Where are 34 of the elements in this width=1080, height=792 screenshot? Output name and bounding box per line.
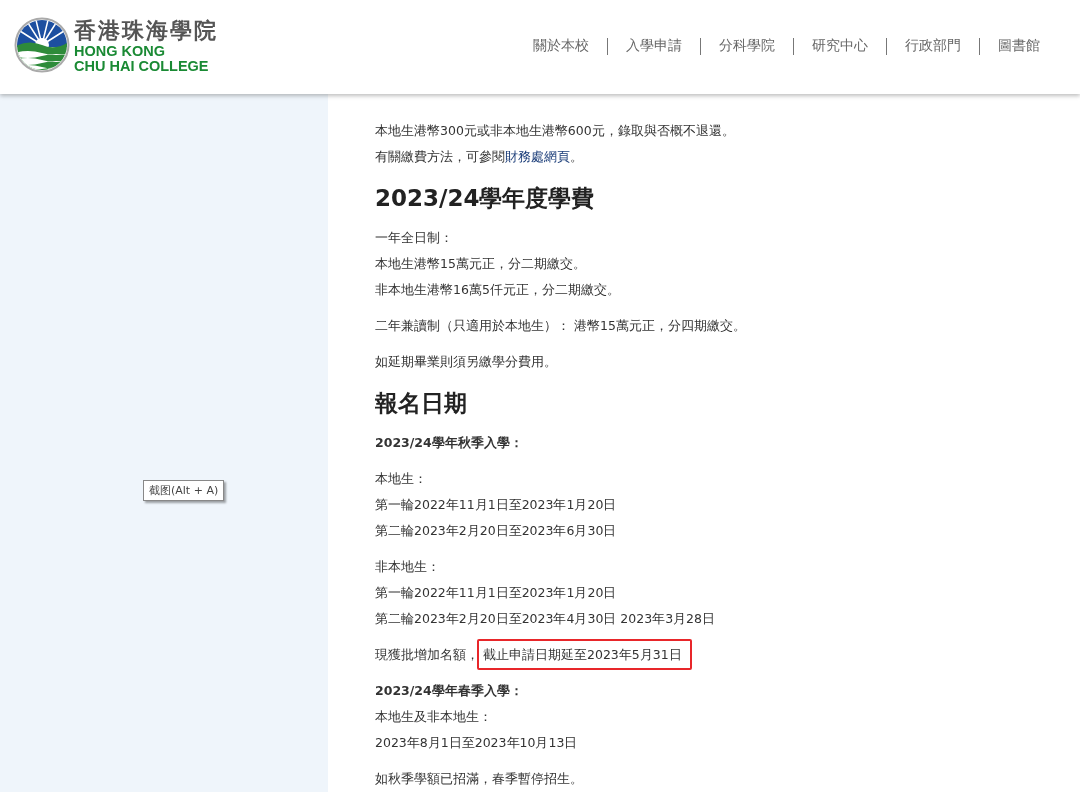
- nav-link[interactable]: 行政部門: [905, 37, 961, 55]
- body-text: 現獲批增加名額， 截止申請日期延至2023年5月31日: [375, 642, 692, 668]
- body-text: 如秋季學額已招滿，春季暫停招生。: [375, 770, 583, 788]
- nav-link[interactable]: 分科學院: [719, 37, 775, 55]
- subheading: 2023/24學年秋季入學：: [375, 434, 523, 452]
- finance-office-link[interactable]: 財務處網頁: [505, 149, 570, 164]
- nav-link[interactable]: 關於本校: [533, 37, 589, 55]
- body-text: 第一輪2022年11月1日至2023年1月20日: [375, 584, 617, 602]
- body-text: 第二輪2023年2月20日至2023年4月30日 2023年3月28日: [375, 610, 715, 628]
- college-english-name: CHU HAI COLLEGE: [74, 59, 210, 74]
- college-logo-icon: [14, 17, 70, 73]
- college-chinese-name: 香港珠海學院: [74, 16, 218, 44]
- nav-link[interactable]: 圖書館: [998, 37, 1040, 55]
- body-text: 第二輪2023年2月20日至2023年6月30日: [375, 522, 617, 540]
- body-text: 本地生：: [375, 470, 427, 488]
- body-text: 如延期畢業則須另繳學分費用。: [375, 353, 557, 371]
- nav-link[interactable]: 入學申請: [626, 37, 682, 55]
- body-text: 一年全日制：: [375, 229, 453, 247]
- subheading: 2023/24學年春季入學：: [375, 682, 523, 700]
- body-text: 2023年8月1日至2023年10月13日: [375, 734, 578, 752]
- section-heading: 2023/24學年度學費: [375, 184, 595, 213]
- body-text: 本地生港幣15萬元正，分二期繳交。: [375, 255, 586, 273]
- nav-link[interactable]: 研究中心: [812, 37, 868, 55]
- body-text: 本地生及非本地生：: [375, 708, 492, 726]
- college-english-name: HONG KONG: [74, 44, 167, 59]
- section-heading: 報名日期: [375, 389, 467, 418]
- body-text: 二年兼讀制（只適用於本地生）： 港幣15萬元正，分四期繳交。: [375, 317, 746, 335]
- body-text: 第一輪2022年11月1日至2023年1月20日: [375, 496, 617, 514]
- body-text: 本地生港幣300元或非本地生港幣600元，錄取與否概不退還。: [375, 122, 735, 140]
- body-text: 有關繳費方法，可參閱財務處網頁。: [375, 148, 583, 166]
- body-text: 非本地生港幣16萬5仟元正，分二期繳交。: [375, 281, 620, 299]
- highlighted-text: 截止申請日期延至2023年5月31日: [477, 639, 692, 670]
- tooltip: 截图(Alt + A): [143, 480, 225, 501]
- body-text: 非本地生：: [375, 558, 440, 576]
